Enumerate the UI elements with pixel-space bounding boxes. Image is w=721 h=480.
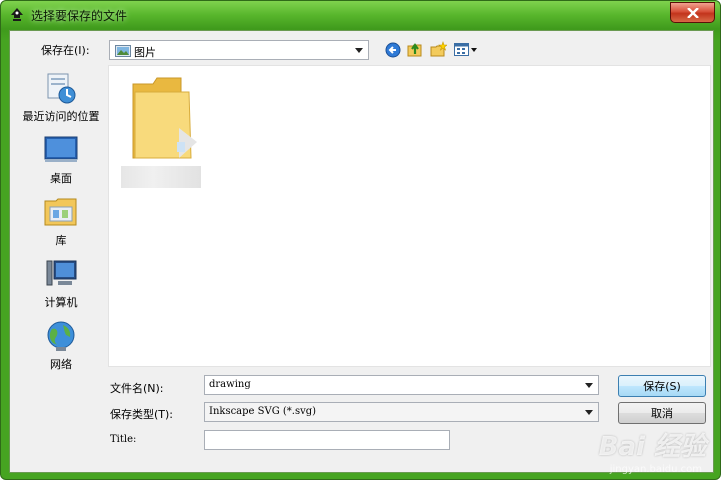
save-button[interactable]: 保存(S) bbox=[618, 375, 706, 397]
network-icon bbox=[47, 321, 75, 351]
title-bar[interactable]: 选择要保存的文件 bbox=[1, 1, 720, 29]
place-desktop[interactable]: 桌面 bbox=[14, 133, 108, 186]
place-label: 最近访问的位置 bbox=[22, 110, 100, 123]
chevron-down-icon bbox=[585, 383, 593, 388]
watermark-logo: Bai 经验 bbox=[598, 432, 706, 462]
place-libraries[interactable]: 库 bbox=[14, 195, 108, 248]
close-button[interactable] bbox=[670, 2, 715, 23]
close-icon bbox=[686, 7, 699, 18]
watermark-url: jingyan.baidu.com bbox=[609, 464, 702, 475]
desktop-icon bbox=[44, 136, 78, 162]
pictures-folder-icon bbox=[115, 45, 131, 57]
save-in-combo[interactable]: 图片 bbox=[109, 40, 369, 60]
filename-combo[interactable]: drawing bbox=[204, 375, 599, 395]
chevron-down-icon bbox=[585, 410, 593, 415]
place-recent[interactable]: 最近访问的位置 bbox=[14, 71, 108, 124]
back-icon[interactable] bbox=[385, 42, 401, 58]
dialog-client-area: 保存在(I): 图片 最近访问的位置 桌面 库 计算机 网络 文件名(N): d… bbox=[9, 30, 714, 473]
file-name bbox=[121, 166, 201, 188]
place-label: 计算机 bbox=[44, 296, 78, 309]
place-label: 网络 bbox=[50, 358, 72, 371]
filename-input[interactable]: drawing bbox=[209, 379, 251, 390]
new-folder-icon[interactable] bbox=[430, 41, 447, 58]
view-menu-icon bbox=[454, 43, 477, 56]
filename-label: 文件名(N): bbox=[110, 382, 164, 395]
computer-icon bbox=[46, 260, 77, 286]
inkscape-icon bbox=[11, 8, 23, 21]
folder-icon bbox=[132, 77, 197, 159]
filetype-label: 保存类型(T): bbox=[110, 408, 174, 421]
list-item[interactable] bbox=[119, 72, 209, 192]
recent-places-icon bbox=[47, 73, 76, 104]
cancel-button[interactable]: 取消 bbox=[618, 402, 706, 424]
chevron-down-icon bbox=[355, 48, 363, 53]
title-input[interactable] bbox=[204, 430, 450, 450]
save-in-label: 保存在(I): bbox=[41, 44, 90, 57]
window-title: 选择要保存的文件 bbox=[31, 9, 128, 23]
place-label: 桌面 bbox=[50, 172, 72, 185]
title-label: Title: bbox=[110, 434, 137, 445]
place-label: 库 bbox=[55, 234, 67, 247]
filetype-combo[interactable]: Inkscape SVG (*.svg) bbox=[204, 402, 599, 422]
view-menu-button[interactable] bbox=[454, 42, 480, 58]
up-folder-icon[interactable] bbox=[407, 41, 423, 58]
file-list[interactable] bbox=[108, 65, 711, 367]
save-file-dialog: 选择要保存的文件 保存在(I): 图片 最近访问的位置 桌面 库 计算机 网络 … bbox=[0, 0, 721, 480]
place-computer[interactable]: 计算机 bbox=[14, 257, 108, 310]
filetype-value: Inkscape SVG (*.svg) bbox=[209, 406, 317, 417]
save-in-value: 图片 bbox=[134, 46, 156, 59]
places-bar: 最近访问的位置 桌面 库 计算机 网络 bbox=[14, 61, 108, 396]
libraries-icon bbox=[44, 198, 77, 226]
place-network[interactable]: 网络 bbox=[14, 319, 108, 372]
